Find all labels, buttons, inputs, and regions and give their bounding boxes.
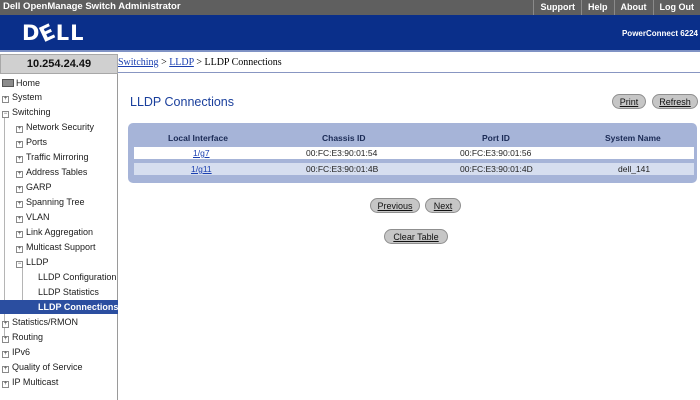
expand-icon[interactable]: + [16, 156, 23, 163]
sidebar-item-multicast-support[interactable]: + Multicast Support [16, 240, 96, 254]
sidebar-item-address-tables[interactable]: + Address Tables [16, 165, 87, 179]
expand-icon[interactable]: + [16, 201, 23, 208]
app-title: Dell OpenManage Switch Administrator [3, 1, 181, 12]
top-nav: Support Help About Log Out [533, 0, 700, 15]
port-id-cell: 00:FC:E3:90:01:56 [460, 148, 532, 158]
sidebar-item-label: VLAN [26, 212, 50, 222]
sidebar-item-system[interactable]: + System [2, 90, 42, 104]
breadcrumb-switching[interactable]: Switching [118, 57, 159, 68]
column-header-port-id: Port ID [482, 133, 510, 143]
column-header-local-interface: Local Interface [168, 133, 228, 143]
sidebar: Home + System − Switching + Network Securit… [0, 74, 118, 400]
help-link[interactable]: Help [580, 0, 614, 15]
sidebar-item-network-security[interactable]: + Network Security [16, 120, 94, 134]
column-header-chassis-id: Chassis ID [322, 133, 366, 143]
breadcrumb-separator: > [161, 57, 167, 68]
sidebar-item-label: Statistics/RMON [12, 317, 79, 327]
collapse-icon[interactable]: − [16, 261, 23, 268]
sidebar-item-label: GARP [26, 182, 52, 192]
sidebar-item-lldp[interactable]: − LLDP [16, 255, 49, 269]
sidebar-item-lldp-connections[interactable]: LLDP Connections [0, 300, 118, 314]
sidebar-item-label: IP Multicast [12, 377, 59, 387]
sidebar-item-label: IPv6 [12, 347, 31, 357]
expand-icon[interactable]: + [16, 186, 23, 193]
sidebar-item-label: System [12, 92, 43, 102]
expand-icon[interactable]: + [16, 126, 23, 133]
collapse-icon[interactable]: − [2, 111, 9, 118]
dell-logo: DELL [22, 18, 85, 48]
sidebar-item-routing[interactable]: + Routing [2, 330, 43, 344]
sidebar-item-label: LLDP Statistics [38, 287, 99, 297]
breadcrumb-current: LLDP Connections [204, 57, 282, 68]
top-bar: Dell OpenManage Switch Administrator Sup… [0, 0, 700, 15]
clear-table-button[interactable]: Clear Table [384, 229, 448, 244]
sidebar-item-quality-of-service[interactable]: + Quality of Service [2, 360, 83, 374]
expand-icon[interactable]: + [16, 141, 23, 148]
sidebar-item-label: Address Tables [26, 167, 88, 177]
print-button[interactable]: Print [612, 94, 646, 109]
local-interface-link[interactable]: 1/g7 [193, 147, 210, 159]
sidebar-item-vlan[interactable]: + VLAN [16, 210, 50, 224]
system-name-cell: dell_141 [618, 164, 651, 174]
expand-icon[interactable]: + [2, 351, 9, 358]
log-out-link[interactable]: Log Out [652, 0, 700, 15]
expand-icon[interactable]: + [2, 366, 9, 373]
chassis-id-cell: 00:FC:E3:90:01:54 [306, 148, 378, 158]
page-title: LLDP Connections [130, 95, 235, 109]
about-link[interactable]: About [613, 0, 653, 15]
table-row: 1/g11 00:FC:E3:90:01:4B 00:FC:E3:90:01:4… [134, 163, 694, 175]
sidebar-item-label: LLDP Connections [38, 302, 119, 312]
sidebar-item-traffic-mirroring[interactable]: + Traffic Mirroring [16, 150, 89, 164]
sidebar-item-label: LLDP Configuration [38, 272, 117, 282]
breadcrumb-lldp[interactable]: LLDP [169, 57, 194, 68]
sidebar-item-statistics-rmon[interactable]: + Statistics/RMON [2, 315, 78, 329]
sidebar-item-label: Multicast Support [26, 242, 96, 252]
sidebar-item-label: Link Aggregation [26, 227, 94, 237]
table-row: 1/g7 00:FC:E3:90:01:54 00:FC:E3:90:01:56 [134, 147, 694, 159]
brand-bar: DELL PowerConnect 6224 [0, 15, 700, 52]
refresh-button[interactable]: Refresh [652, 94, 698, 109]
sidebar-item-ipv6[interactable]: + IPv6 [2, 345, 30, 359]
sidebar-item-spanning-tree[interactable]: + Spanning Tree [16, 195, 85, 209]
sidebar-item-lldp-configuration[interactable]: LLDP Configuration [38, 270, 116, 284]
sidebar-item-lldp-statistics[interactable]: LLDP Statistics [38, 285, 99, 299]
expand-icon[interactable]: + [16, 171, 23, 178]
chassis-id-cell: 00:FC:E3:90:01:4B [306, 164, 379, 174]
next-button[interactable]: Next [425, 198, 461, 213]
sidebar-item-label: Switching [12, 107, 51, 117]
home-icon [2, 79, 14, 87]
sidebar-item-label: Ports [26, 137, 48, 147]
sidebar-item-label: Network Security [26, 122, 95, 132]
breadcrumb: Switching > LLDP > LLDP Connections [118, 57, 282, 68]
sidebar-item-ports[interactable]: + Ports [16, 135, 47, 149]
breadcrumb-divider [118, 72, 700, 73]
previous-button[interactable]: Previous [370, 198, 420, 213]
sidebar-item-switching[interactable]: − Switching [2, 105, 51, 119]
ip-address: 10.254.24.49 [0, 54, 118, 74]
sidebar-item-label: Routing [12, 332, 44, 342]
sidebar-item-label: Quality of Service [12, 362, 83, 372]
sidebar-item-label: LLDP [26, 257, 49, 267]
expand-icon[interactable]: + [16, 246, 23, 253]
expand-icon[interactable]: + [2, 96, 9, 103]
expand-icon[interactable]: + [2, 381, 9, 388]
sidebar-item-link-aggregation[interactable]: + Link Aggregation [16, 225, 93, 239]
expand-icon[interactable]: + [16, 231, 23, 238]
support-link[interactable]: Support [533, 0, 581, 15]
sidebar-item-label: Home [16, 78, 41, 88]
local-interface-link[interactable]: 1/g11 [191, 163, 212, 175]
breadcrumb-separator: > [196, 57, 202, 68]
expand-icon[interactable]: + [2, 336, 9, 343]
port-id-cell: 00:FC:E3:90:01:4D [460, 164, 533, 174]
sidebar-item-ip-multicast[interactable]: + IP Multicast [2, 375, 58, 389]
product-name: PowerConnect 6224 [621, 29, 698, 38]
column-header-system-name: System Name [605, 133, 661, 143]
sidebar-item-label: Spanning Tree [26, 197, 85, 207]
expand-icon[interactable]: + [2, 321, 9, 328]
sidebar-item-label: Traffic Mirroring [26, 152, 89, 162]
expand-icon[interactable]: + [16, 216, 23, 223]
sidebar-item-garp[interactable]: + GARP [16, 180, 52, 194]
sidebar-item-home[interactable]: Home [2, 76, 40, 90]
